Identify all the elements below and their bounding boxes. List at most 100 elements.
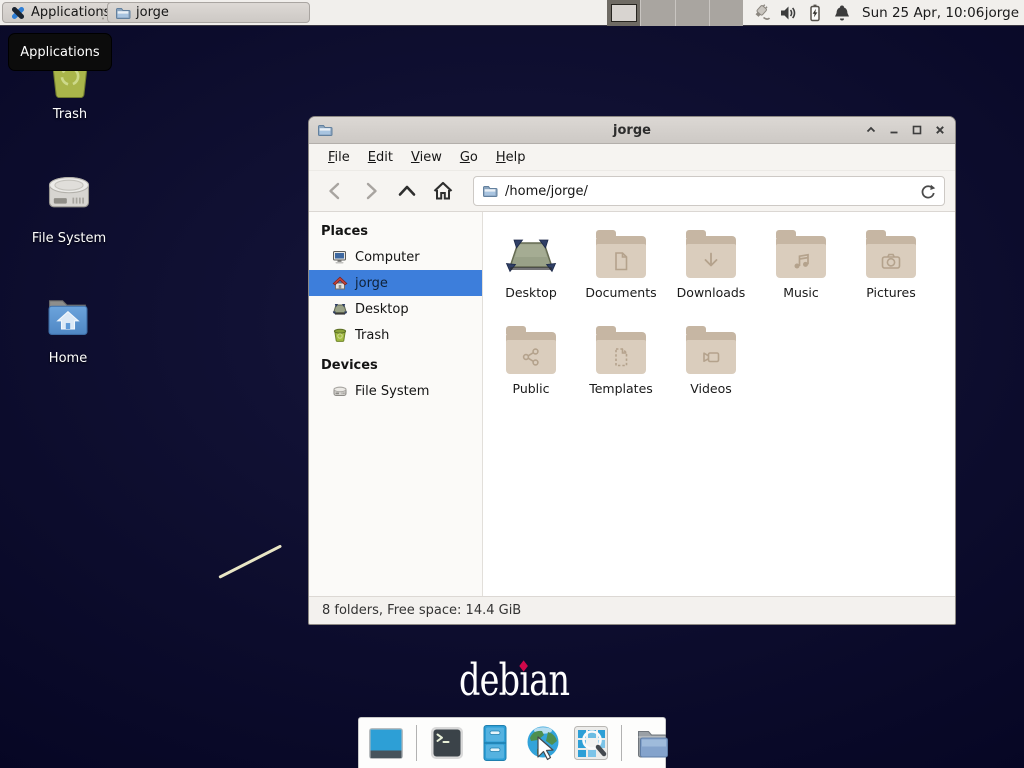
back-button[interactable] [321,176,349,206]
workspace-3[interactable] [676,0,710,26]
sidebar-item-jorge[interactable]: jorge [309,270,482,296]
taskbar-window-button[interactable]: jorge [107,2,310,23]
file-manager-window: jorge File Edit View Go Help [308,116,956,625]
window-titlebar[interactable]: jorge [309,117,955,144]
hard-drive-icon [43,170,95,226]
sidebar: Places Computer [309,212,483,596]
panel-handle[interactable] [100,6,106,25]
terminal-button[interactable] [427,723,467,763]
camera-glyph [879,249,903,273]
applications-tooltip: Applications [8,33,112,71]
toolbar: /home/jorge/ [309,171,955,212]
show-desktop-button[interactable] [366,723,406,763]
menu-edit[interactable]: Edit [359,147,402,168]
desktop-icon-file-system[interactable]: File System [19,170,119,246]
path-bar[interactable]: /home/jorge/ [473,176,945,206]
menu-view[interactable]: View [402,147,451,168]
drive-mini-icon [332,383,348,399]
file-item-templates[interactable]: Templates [576,320,666,416]
menubar: File Edit View Go Help [309,144,955,171]
computer-icon [332,249,348,265]
workspace-2[interactable] [641,0,675,26]
file-grid: Desktop Documents [483,212,955,596]
downloads-folder-icon [686,228,736,280]
workspace-1[interactable] [607,0,641,26]
file-item-public[interactable]: Public [486,320,576,416]
close-button[interactable] [933,123,947,138]
window-body: Places Computer [309,212,955,596]
video-camera-glyph [699,345,723,369]
sidebar-item-desktop[interactable]: Desktop [309,296,482,322]
reload-icon[interactable] [919,183,936,200]
share-nodes-glyph [519,345,543,369]
sidebar-item-file-system[interactable]: File System [309,378,482,404]
file-label: Templates [589,381,653,396]
dotted-page-glyph [609,345,633,369]
menu-file[interactable]: File [319,147,359,168]
sidebar-header-devices: Devices [309,352,482,378]
sidebar-item-label: Desktop [355,302,409,317]
file-label: Public [513,381,550,396]
minimize-button[interactable] [887,123,901,138]
panel-username[interactable]: jorge [985,0,1019,26]
maximize-button[interactable] [910,123,924,138]
sidebar-header-places: Places [309,218,482,244]
sidebar-item-computer[interactable]: Computer [309,244,482,270]
workspace-4[interactable] [710,0,743,26]
file-label: Downloads [677,285,746,300]
up-button[interactable] [393,176,421,206]
path-folder-icon [482,183,498,199]
home-icon [332,275,348,291]
path-text[interactable]: /home/jorge/ [505,184,912,199]
network-icon[interactable] [751,3,771,23]
statusbar: 8 folders, Free space: 14.4 GiB [309,596,955,624]
file-label: Desktop [505,285,557,300]
dock-separator [621,725,622,761]
sidebar-item-label: Computer [355,250,420,265]
sidebar-item-label: Trash [355,328,389,343]
file-cabinet-button[interactable] [475,723,515,763]
system-tray [751,0,852,26]
shade-button[interactable] [864,123,878,138]
trash-mini-icon [332,327,348,343]
desktop: Applications jorge [0,0,1024,768]
desktop-trapezoid-icon [505,228,557,280]
window-folder-icon [317,122,333,138]
window-controls [864,117,947,143]
debian-logo: debıan [459,655,569,706]
file-label: Documents [585,285,656,300]
file-item-videos[interactable]: Videos [666,320,756,416]
tooltip-text: Applications [20,45,99,60]
volume-icon[interactable] [778,3,798,23]
sidebar-item-label: File System [355,384,429,399]
sidebar-item-trash[interactable]: Trash [309,322,482,348]
workspace-switcher [607,0,743,26]
desktop-icon-label: Trash [53,107,87,122]
web-browser-button[interactable] [523,723,563,763]
desktop-scratch-mark [218,544,282,578]
forward-button[interactable] [357,176,385,206]
file-item-downloads[interactable]: Downloads [666,224,756,320]
videos-folder-icon [686,324,736,376]
home-button[interactable] [429,176,457,206]
music-folder-icon [776,228,826,280]
file-item-pictures[interactable]: Pictures [846,224,936,320]
sidebar-item-label: jorge [355,276,388,291]
menu-help[interactable]: Help [487,147,535,168]
desktop-icon-home[interactable]: Home [18,290,118,366]
panel-clock[interactable]: Sun 25 Apr, 10:06 [862,0,984,26]
home-folder-icon [42,290,94,346]
notifications-bell-icon[interactable] [832,3,852,23]
templates-folder-icon [596,324,646,376]
desktop-icon-label: Home [49,351,87,366]
menu-go[interactable]: Go [451,147,487,168]
window-title: jorge [309,123,955,138]
file-item-desktop[interactable]: Desktop [486,224,576,320]
file-manager-button[interactable] [632,723,672,763]
file-item-documents[interactable]: Documents [576,224,666,320]
file-item-music[interactable]: Music [756,224,846,320]
public-folder-icon [506,324,556,376]
app-finder-button[interactable] [571,723,611,763]
battery-icon[interactable] [805,3,825,23]
file-label: Videos [690,381,732,396]
